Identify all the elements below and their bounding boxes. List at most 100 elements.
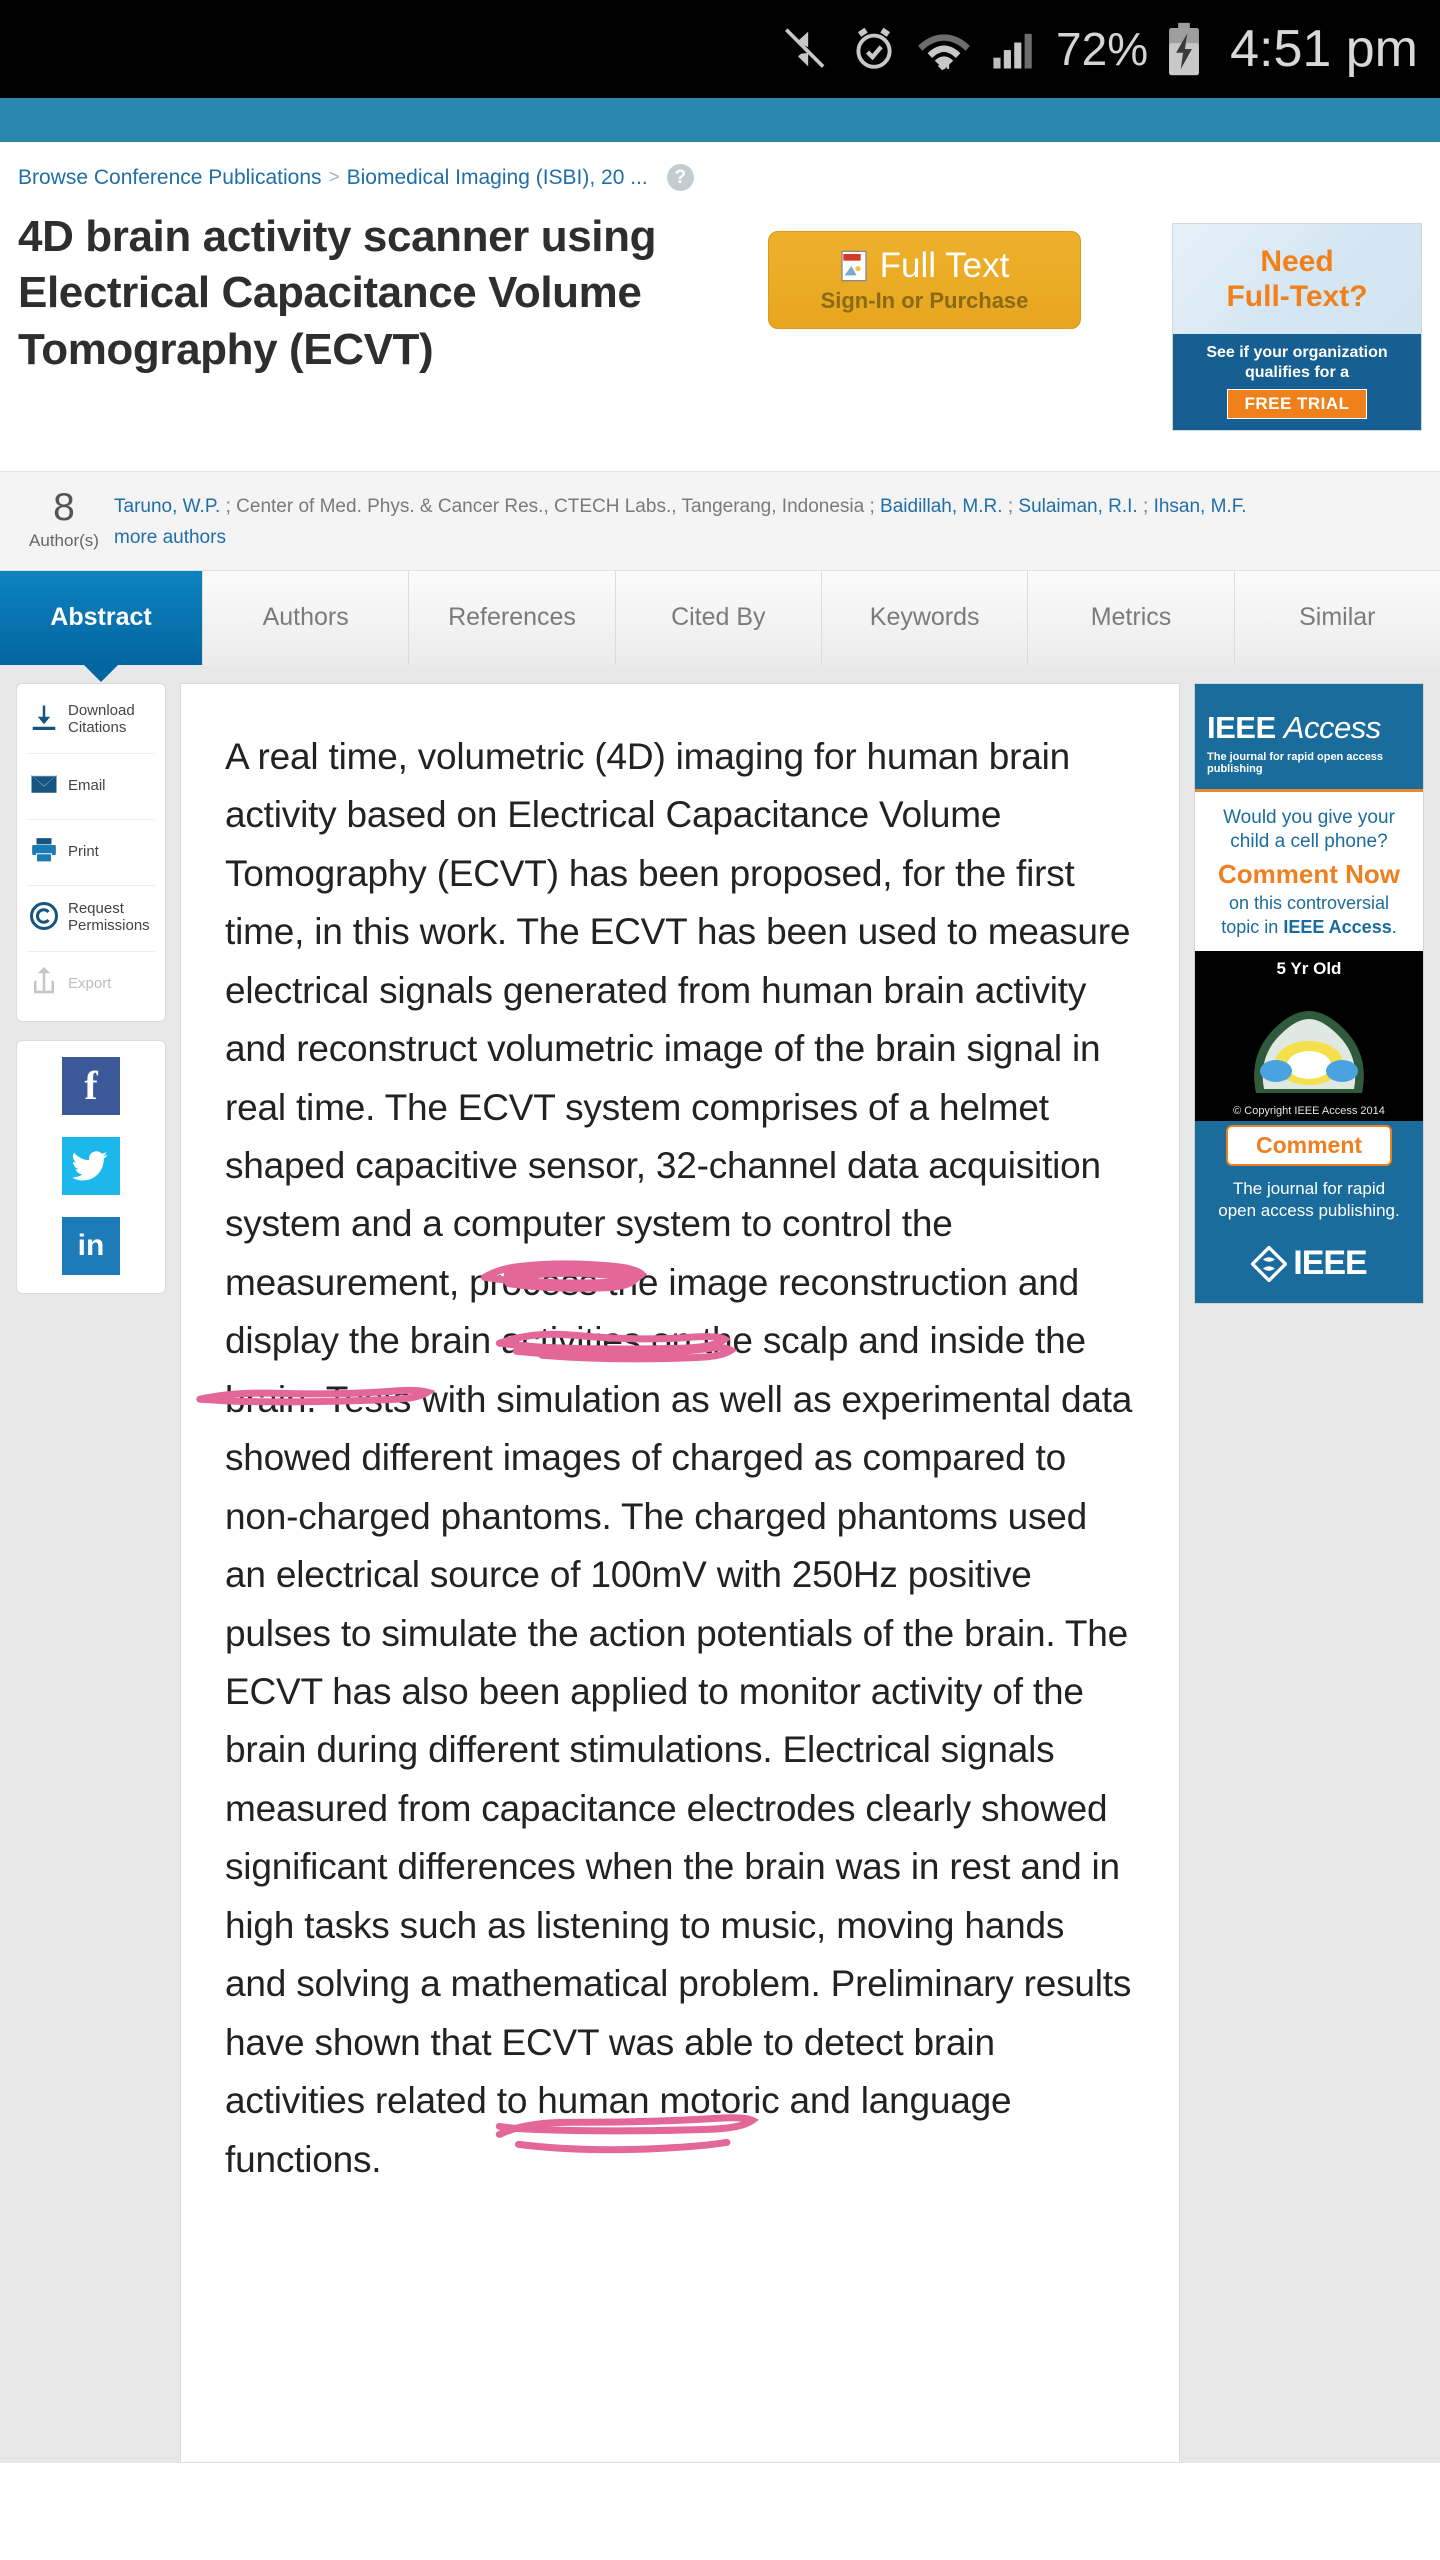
- ieee-brand-word: IEEE: [1207, 709, 1276, 745]
- facebook-glyph: f: [84, 1063, 98, 1109]
- tab-keywords[interactable]: Keywords: [821, 570, 1029, 665]
- download-citations-label: Download Citations: [68, 702, 135, 737]
- battery-percent-label: 72%: [1056, 23, 1149, 75]
- email-label: Email: [68, 776, 106, 794]
- author-list: Taruno, W.P. ; Center of Med. Phys. & Ca…: [114, 486, 1426, 554]
- free-trial-ad-line1: Need: [1260, 244, 1334, 278]
- signal-icon: [988, 23, 1040, 75]
- abstract-text: A real time, volumetric (4D) imaging for…: [225, 735, 1133, 2180]
- download-icon: [29, 703, 59, 738]
- free-trial-ad[interactable]: Need Full-Text? See if your organization…: [1172, 223, 1422, 431]
- author-sep-2: ;: [864, 496, 881, 517]
- author-link-2[interactable]: Baidillah, M.R.: [880, 496, 1003, 517]
- ieee-ad-question: Would you give your child a cell phone?: [1223, 806, 1395, 852]
- authors-strip: 8 Author(s) Taruno, W.P. ; Center of Med…: [0, 471, 1440, 571]
- comment-button[interactable]: Comment: [1226, 1125, 1392, 1167]
- ieee-logo-word: IEEE: [1293, 1244, 1367, 1283]
- full-text-sublabel: Sign-In or Purchase: [820, 288, 1029, 313]
- tools-card: Download Citations Email Print Request P…: [16, 682, 166, 1022]
- ieee-access-ad-header: IEEE Access The journal for rapid open a…: [1195, 683, 1423, 789]
- page-body: Download Citations Email Print Request P…: [0, 664, 1440, 2463]
- ieee-logo: IEEE: [1203, 1244, 1415, 1283]
- brain-scan-graphic: [1254, 1011, 1364, 1094]
- battery-charging-icon: [1164, 21, 1204, 77]
- brain-scan-image: 5 Yr Old © Copyright IEEE Access 2014: [1195, 951, 1423, 1122]
- full-text-button[interactable]: Full Text Sign-In or Purchase: [768, 231, 1081, 329]
- free-trial-ad-footer: See if your organization qualifies for a…: [1173, 334, 1421, 430]
- wifi-icon: [916, 23, 972, 75]
- breadcrumb-item-browse[interactable]: Browse Conference Publications: [18, 166, 322, 190]
- breadcrumb-separator: >: [328, 166, 340, 188]
- more-authors-link[interactable]: more authors: [114, 523, 1426, 553]
- author-link-3[interactable]: Sulaiman, R.I.: [1018, 496, 1137, 517]
- tab-similar[interactable]: Similar: [1234, 570, 1440, 665]
- print-button[interactable]: Print: [27, 820, 155, 886]
- author-link-4[interactable]: Ihsan, M.F.: [1154, 496, 1247, 517]
- linkedin-glyph: in: [77, 1228, 105, 1262]
- status-bar: 72% 4:51 pm: [0, 0, 1440, 98]
- free-trial-ad-headline: Need Full-Text?: [1173, 224, 1421, 334]
- facebook-icon[interactable]: f: [62, 1056, 120, 1115]
- abstract-panel: A real time, volumetric (4D) imaging for…: [180, 682, 1180, 2463]
- ieee-access-ad[interactable]: IEEE Access The journal for rapid open a…: [1194, 682, 1424, 1305]
- ieee-ad-cta-sub2: topic in: [1221, 916, 1284, 937]
- author-count-number: 8: [53, 486, 75, 529]
- email-icon: [29, 769, 59, 804]
- ieee-ad-cta-sub: on this controversial topic in IEEE Acce…: [1195, 892, 1423, 951]
- request-permissions-button[interactable]: Request Permissions: [27, 886, 155, 952]
- author-count-label: Author(s): [29, 531, 99, 550]
- request-permissions-label: Request Permissions: [68, 900, 150, 935]
- social-share-card: f in: [16, 1039, 166, 1294]
- title-row: 4D brain activity scanner using Electric…: [0, 201, 1440, 471]
- ieee-ad-cta-sub2b: IEEE Access: [1283, 916, 1392, 937]
- alarm-icon: [848, 23, 900, 75]
- author-link-1[interactable]: Taruno, W.P.: [114, 496, 220, 517]
- download-citations-button[interactable]: Download Citations: [27, 688, 155, 754]
- ieee-diamond-icon: [1251, 1245, 1288, 1282]
- ieee-access-brand: IEEE Access: [1207, 710, 1411, 746]
- ad-copyright: © Copyright IEEE Access 2014: [1233, 1105, 1385, 1118]
- tab-cited-by[interactable]: Cited By: [615, 570, 822, 665]
- free-trial-ad-body: See if your organization qualifies for a: [1206, 344, 1388, 381]
- brain-scan-label: 5 Yr Old: [1276, 959, 1342, 979]
- tab-references[interactable]: References: [409, 570, 616, 665]
- tab-authors[interactable]: Authors: [203, 570, 410, 665]
- twitter-icon[interactable]: [62, 1136, 120, 1195]
- breadcrumb-item-conference[interactable]: Biomedical Imaging (ISBI), 20 ...: [347, 166, 648, 190]
- full-text-area: Full Text Sign-In or Purchase: [758, 209, 1081, 329]
- ieee-ad-footer-line1: The journal for rapid: [1232, 1179, 1386, 1199]
- linkedin-icon[interactable]: in: [62, 1216, 120, 1275]
- ieee-ad-footer-line2: open access publishing.: [1218, 1201, 1400, 1221]
- tools-rail: Download Citations Email Print Request P…: [16, 682, 166, 2463]
- email-button[interactable]: Email: [27, 754, 155, 820]
- print-icon: [29, 835, 59, 870]
- author-sep-1: ;: [220, 496, 237, 517]
- help-icon[interactable]: ?: [666, 164, 694, 191]
- free-trial-button[interactable]: FREE TRIAL: [1227, 389, 1367, 419]
- breadcrumb: Browse Conference Publications > Biomedi…: [0, 142, 1440, 201]
- export-icon: [29, 966, 59, 1002]
- author-count: 8 Author(s): [14, 486, 114, 551]
- right-ad-column: IEEE Access The journal for rapid open a…: [1194, 682, 1424, 2463]
- ieee-ad-cta: Comment Now: [1218, 859, 1400, 890]
- ieee-ad-cta-sub1: on this controversial: [1228, 893, 1390, 914]
- full-text-label: Full Text: [879, 246, 1010, 285]
- ieee-access-tagline: The journal for rapid open access publis…: [1207, 750, 1384, 775]
- full-text-button-top: Full Text: [840, 246, 1010, 286]
- export-button: Export: [27, 952, 155, 1017]
- mute-icon: [780, 23, 832, 75]
- author-sep-4: ;: [1137, 496, 1154, 517]
- author-affiliation: Center of Med. Phys. & Cancer Res., CTEC…: [236, 496, 865, 517]
- author-sep-3: ;: [1002, 496, 1019, 517]
- access-brand-word: Access: [1283, 709, 1381, 745]
- app-accent-bar: [0, 98, 1440, 142]
- pdf-icon: [840, 250, 868, 282]
- export-label: Export: [68, 974, 112, 992]
- tab-metrics[interactable]: Metrics: [1028, 570, 1235, 665]
- ieee-ad-cta-sub2c: .: [1391, 916, 1397, 937]
- tab-abstract[interactable]: Abstract: [0, 570, 203, 665]
- copyright-icon: [29, 901, 59, 936]
- clock-label: 4:51 pm: [1230, 20, 1418, 78]
- free-trial-ad-line2: Full-Text?: [1226, 280, 1368, 313]
- tab-bar: Abstract Authors References Cited By Key…: [0, 570, 1440, 665]
